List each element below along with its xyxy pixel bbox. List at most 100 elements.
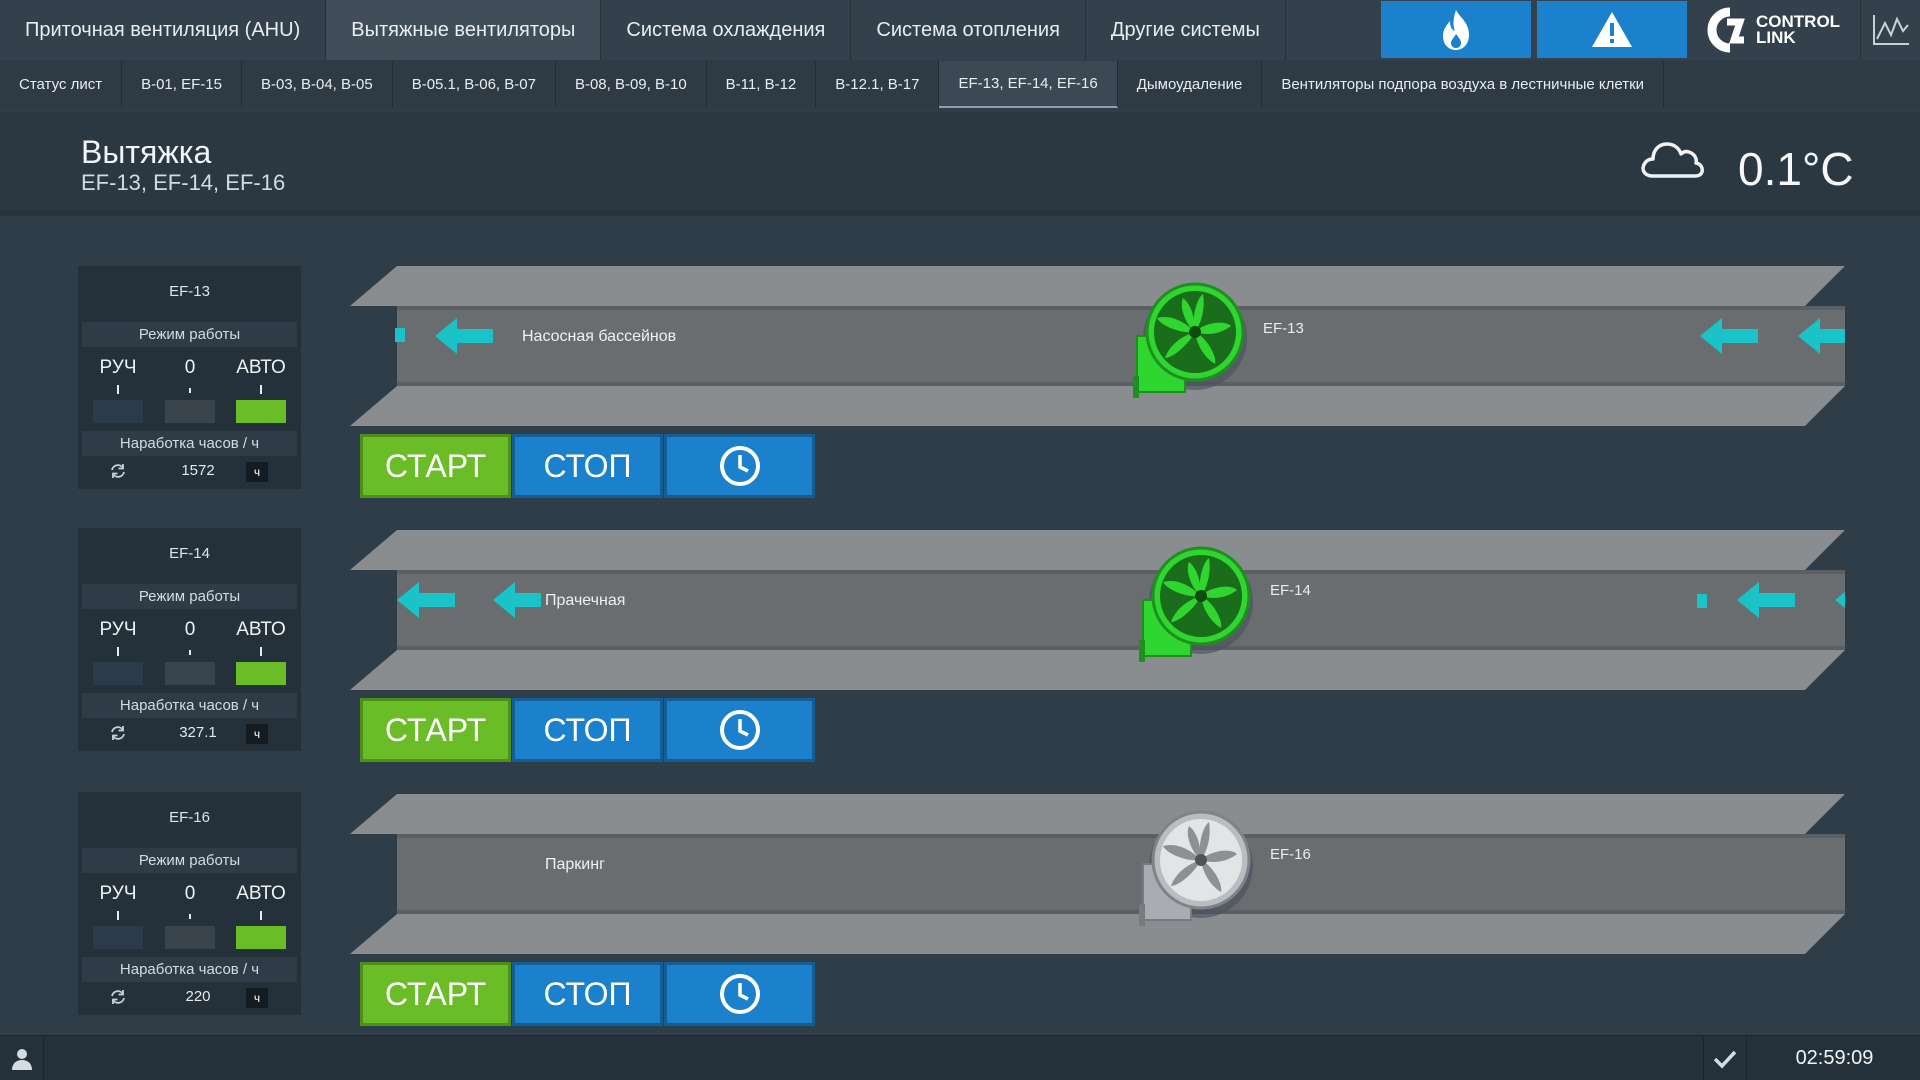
mode-tick [117,911,119,920]
flow-arrow-tail [395,328,405,342]
mode-auto-indicator[interactable] [236,400,286,423]
flow-arrow-icon [435,318,493,354]
refresh-icon [111,464,125,478]
unit-title: EF-14 [169,544,210,562]
fire-icon [1443,9,1469,50]
start-button[interactable]: СТАРТ [360,698,511,762]
hours-header: Наработка часов / ч [82,693,297,718]
clock-icon [719,974,760,1014]
refresh-icon [111,726,125,740]
hours-value: 1572 [181,462,215,479]
subtab-b121-b17[interactable]: B-12.1, B-17 [816,61,940,108]
mode-off-label: 0 [184,357,196,378]
flow-arrow-tail [1697,594,1707,608]
fire-alarm-button[interactable] [1381,1,1531,58]
mode-off-indicator[interactable] [165,662,215,685]
mode-tick [189,650,191,655]
logo-line-2: LINK [1756,28,1796,47]
page-title: Вытяжка [81,134,212,170]
controls-ef13: СТАРТ СТОП [360,434,816,498]
mode-manual-indicator[interactable] [93,662,143,685]
tab-exhaust-fans[interactable]: Вытяжные вентиляторы [326,0,602,60]
user-button[interactable] [0,1036,44,1080]
reset-hours-button[interactable] [108,459,128,483]
location-label: Прачечная [545,592,626,609]
subtab-b01-ef15[interactable]: B-01, EF-15 [122,61,242,108]
subtab-b11-b12[interactable]: B-11, B-12 [707,61,817,108]
start-button[interactable]: СТАРТ [360,434,511,498]
subtab-status-list[interactable]: Статус лист [0,61,123,108]
alarm-button[interactable] [1537,1,1687,58]
system-clock: 02:59:09 [1795,1047,1874,1069]
duct-drawing [350,266,1845,426]
fan-label: EF-13 [1263,320,1304,337]
schedule-button[interactable] [664,434,815,498]
mode-tick [117,385,119,394]
control-link-logo-mark [1707,7,1745,53]
refresh-icon [111,990,125,1004]
clock-icon [719,446,760,486]
subtab-b03-b05[interactable]: B-03, B-04, B-05 [242,61,393,108]
mode-off-indicator[interactable] [165,926,215,949]
mode-auto-label: АВТО [236,883,286,904]
mode-off-label: 0 [184,883,196,904]
hours-header: Наработка часов / ч [82,431,297,456]
trend-button[interactable] [1860,0,1920,60]
mode-header: Режим работы [82,322,297,347]
duct-ef14: Прачечная EF-14 [350,530,1845,690]
mode-tick [117,647,119,656]
trend-chart-icon [1872,15,1909,45]
schedule-button[interactable] [664,698,815,762]
stop-button[interactable]: СТОП [512,434,663,498]
warning-icon [1592,11,1632,47]
location-label: Насосная бассейнов [522,328,677,345]
subtab-ef13-ef16[interactable]: EF-13, EF-14, EF-16 [939,61,1118,108]
status-bar: 02:59:09 [0,1035,1920,1080]
mode-off-indicator[interactable] [165,400,215,423]
tab-cooling-system[interactable]: Система охлаждения [601,0,852,60]
mode-manual-label: РУЧ [99,883,137,904]
unit-panel-ef14: EF-14 Режим работы РУЧ 0 АВТО Наработка … [78,528,301,751]
location-label: Паркинг [545,856,605,873]
fan-stopped-icon[interactable] [1131,808,1271,928]
schedule-button[interactable] [664,962,815,1026]
fan-label: EF-16 [1270,846,1311,863]
mode-manual-label: РУЧ [99,619,137,640]
mode-header: Режим работы [82,848,297,873]
mode-auto-indicator[interactable] [236,926,286,949]
fan-running-icon[interactable] [1125,280,1265,400]
fan-label: EF-14 [1270,582,1311,599]
duct-drawing [350,794,1845,954]
hours-header: Наработка часов / ч [82,957,297,982]
unit-title: EF-16 [169,808,210,826]
tab-supply-ventilation[interactable]: Приточная вентиляция (AHU) [0,0,327,60]
tab-heating-system[interactable]: Система отопления [851,0,1086,60]
reset-hours-button[interactable] [108,721,128,745]
clock-icon [719,710,760,750]
subtab-b051-b07[interactable]: B-05.1, B-06, B-07 [393,61,556,108]
stop-button[interactable]: СТОП [512,962,663,1026]
unit-panel-ef13: EF-13 Режим работы РУЧ 0 АВТО Наработка … [78,266,301,489]
hours-unit: ч [246,724,268,744]
subtab-b08-b10[interactable]: B-08, B-09, B-10 [556,61,707,108]
fan-running-icon[interactable] [1131,544,1271,664]
mode-manual-indicator[interactable] [93,400,143,423]
stop-button[interactable]: СТОП [512,698,663,762]
flow-arrow-icon [1700,318,1758,354]
reset-hours-button[interactable] [108,985,128,1009]
mode-manual-indicator[interactable] [93,926,143,949]
start-button[interactable]: СТАРТ [360,962,511,1026]
flow-arrow-icon [1798,318,1845,354]
mode-tick [189,914,191,919]
mode-auto-indicator[interactable] [236,662,286,685]
duct-ef16: Паркинг EF-16 [350,794,1845,954]
acknowledge-button[interactable] [1703,1036,1747,1080]
tab-other-systems[interactable]: Другие системы [1086,0,1286,60]
subtab-stair-pressurization[interactable]: Вентиляторы подпора воздуха в лестничные… [1262,61,1665,108]
weather-widget [1637,132,1705,191]
hours-value: 327.1 [179,724,217,741]
hours-value: 220 [185,988,211,1005]
flow-arrow-icon [1835,592,1845,608]
subtab-smoke-exhaust[interactable]: Дымоудаление [1118,61,1263,108]
cloud-icon [1641,142,1704,178]
